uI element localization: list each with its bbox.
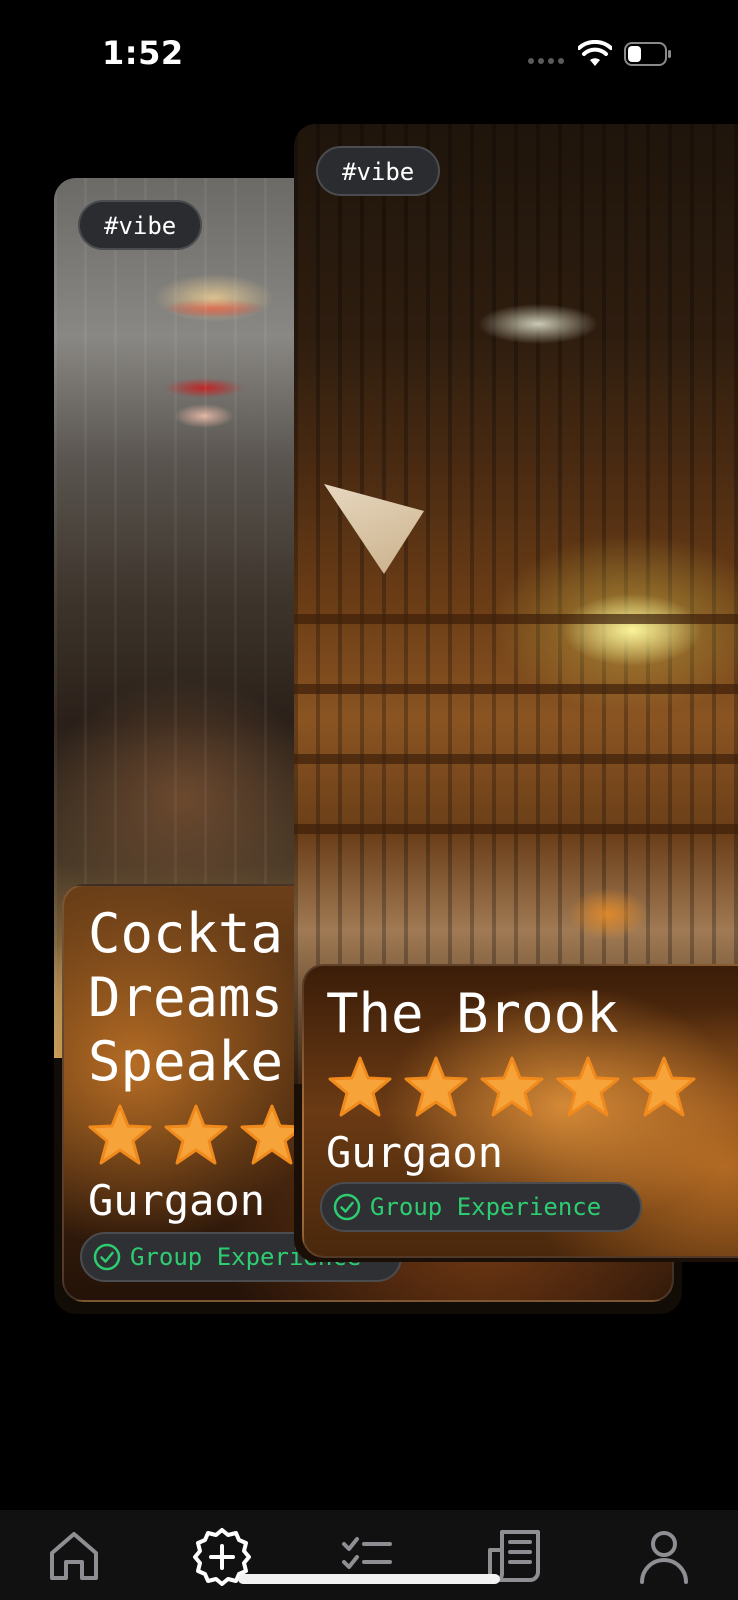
venue-info-panel: The Brook Gurgaon Group Experience xyxy=(302,964,738,1258)
venue-city: Gurgaon xyxy=(326,1128,504,1177)
badge-label: Group Experience xyxy=(370,1193,602,1221)
star-icon xyxy=(556,1056,620,1117)
vibe-tag[interactable]: #vibe xyxy=(78,200,203,250)
venue-city: Gurgaon xyxy=(88,1176,266,1225)
profile-icon[interactable] xyxy=(634,1526,694,1586)
battery-icon xyxy=(624,42,671,66)
status-time: 1:52 xyxy=(102,34,184,72)
venue-card-the-brook[interactable]: #vibe The Brook Gurgaon Group Experience xyxy=(294,124,738,1262)
bottom-nav xyxy=(0,1510,738,1600)
star-icon xyxy=(632,1056,696,1117)
vibe-tag[interactable]: #vibe xyxy=(316,146,441,196)
group-experience-badge: Group Experience xyxy=(320,1182,642,1232)
check-circle-icon xyxy=(93,1243,121,1271)
cellular-signal-icon xyxy=(528,58,566,66)
star-rating xyxy=(328,1054,696,1118)
venue-name: The Brook xyxy=(326,982,619,1045)
wifi-icon xyxy=(578,40,612,66)
venue-name: Cockta Dreams Speake xyxy=(88,902,284,1093)
star-icon xyxy=(164,1104,228,1165)
star-icon xyxy=(328,1056,392,1117)
screen: 1:52 #vibe Cockta Dreams Speake Gurgaon … xyxy=(0,0,738,1600)
home-indicator[interactable] xyxy=(238,1574,500,1584)
status-bar: 1:52 xyxy=(0,0,738,110)
star-icon xyxy=(480,1056,544,1117)
home-icon[interactable] xyxy=(44,1526,104,1586)
star-icon xyxy=(88,1104,152,1165)
check-circle-icon xyxy=(333,1193,361,1221)
venue-photo xyxy=(294,124,738,1084)
star-icon xyxy=(404,1056,468,1117)
